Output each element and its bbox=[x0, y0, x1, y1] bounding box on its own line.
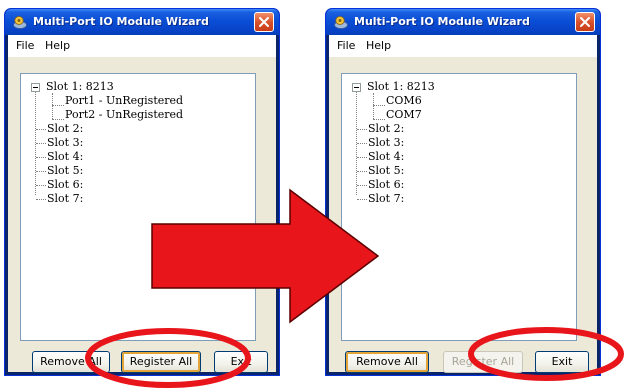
tree-connector bbox=[357, 143, 367, 144]
tree-connector bbox=[373, 105, 385, 106]
collapse-icon[interactable] bbox=[31, 83, 40, 92]
window-title: Multi-Port IO Module Wizard bbox=[33, 15, 209, 28]
app-icon bbox=[334, 16, 348, 29]
tree-node-slot[interactable]: Slot 4: bbox=[368, 150, 404, 164]
tree-node-slot-1[interactable]: Slot 1: 8213 bbox=[46, 80, 114, 94]
menu-help[interactable]: Help bbox=[45, 39, 70, 52]
tree-connector bbox=[36, 199, 46, 200]
tree-node-port[interactable]: Port2 - UnRegistered bbox=[65, 108, 183, 122]
app-icon bbox=[13, 16, 27, 29]
tree-connector bbox=[36, 157, 46, 158]
tree-connector bbox=[52, 93, 53, 119]
tree-node-port[interactable]: Port1 - UnRegistered bbox=[65, 94, 183, 108]
tree-node-slot[interactable]: Slot 6: bbox=[47, 178, 83, 192]
collapse-icon[interactable] bbox=[352, 83, 361, 92]
tree-connector bbox=[36, 185, 46, 186]
tree-connector bbox=[357, 129, 367, 130]
tree-connector bbox=[36, 129, 46, 130]
close-icon bbox=[259, 17, 269, 27]
tree-connector bbox=[36, 171, 46, 172]
tree-node-slot[interactable]: Slot 3: bbox=[368, 136, 404, 150]
tree-connector bbox=[373, 119, 385, 120]
tree-node-slot[interactable]: Slot 7: bbox=[47, 192, 83, 206]
menu-bar: File Help bbox=[329, 35, 597, 57]
remove-all-button[interactable]: Remove All bbox=[32, 351, 110, 373]
register-all-button[interactable]: Register All bbox=[121, 351, 201, 373]
close-button[interactable] bbox=[575, 12, 595, 32]
tree-connector bbox=[357, 171, 367, 172]
exit-button[interactable]: Exit bbox=[214, 351, 268, 373]
tree-node-slot[interactable]: Slot 5: bbox=[47, 164, 83, 178]
menu-file[interactable]: File bbox=[16, 39, 34, 52]
tree-connector bbox=[373, 93, 374, 119]
tree-connector bbox=[357, 185, 367, 186]
remove-all-button[interactable]: Remove All bbox=[345, 351, 429, 373]
menu-help[interactable]: Help bbox=[366, 39, 391, 52]
tree-connector bbox=[357, 157, 367, 158]
tree-connector bbox=[52, 105, 64, 106]
tree-node-slot[interactable]: Slot 3: bbox=[47, 136, 83, 150]
window-title: Multi-Port IO Module Wizard bbox=[354, 15, 530, 28]
tree-node-com-port[interactable]: COM7 bbox=[386, 108, 422, 122]
menu-bar: File Help bbox=[8, 35, 276, 57]
exit-button[interactable]: Exit bbox=[535, 351, 589, 373]
tree-node-com-port[interactable]: COM6 bbox=[386, 94, 422, 108]
tree-node-slot-1[interactable]: Slot 1: 8213 bbox=[367, 80, 435, 94]
tree-connector bbox=[52, 119, 64, 120]
close-icon bbox=[580, 17, 590, 27]
menu-file[interactable]: File bbox=[337, 39, 355, 52]
title-bar: Multi-Port IO Module Wizard bbox=[5, 9, 279, 35]
tree-node-slot[interactable]: Slot 4: bbox=[47, 150, 83, 164]
arrow-right-icon bbox=[151, 188, 380, 324]
tree-connector bbox=[36, 143, 46, 144]
close-button[interactable] bbox=[254, 12, 274, 32]
title-bar: Multi-Port IO Module Wizard bbox=[326, 9, 600, 35]
register-all-button-disabled: Register All bbox=[443, 351, 523, 373]
tree-node-slot[interactable]: Slot 2: bbox=[368, 122, 404, 136]
tree-node-slot[interactable]: Slot 2: bbox=[47, 122, 83, 136]
tree-node-slot[interactable]: Slot 5: bbox=[368, 164, 404, 178]
